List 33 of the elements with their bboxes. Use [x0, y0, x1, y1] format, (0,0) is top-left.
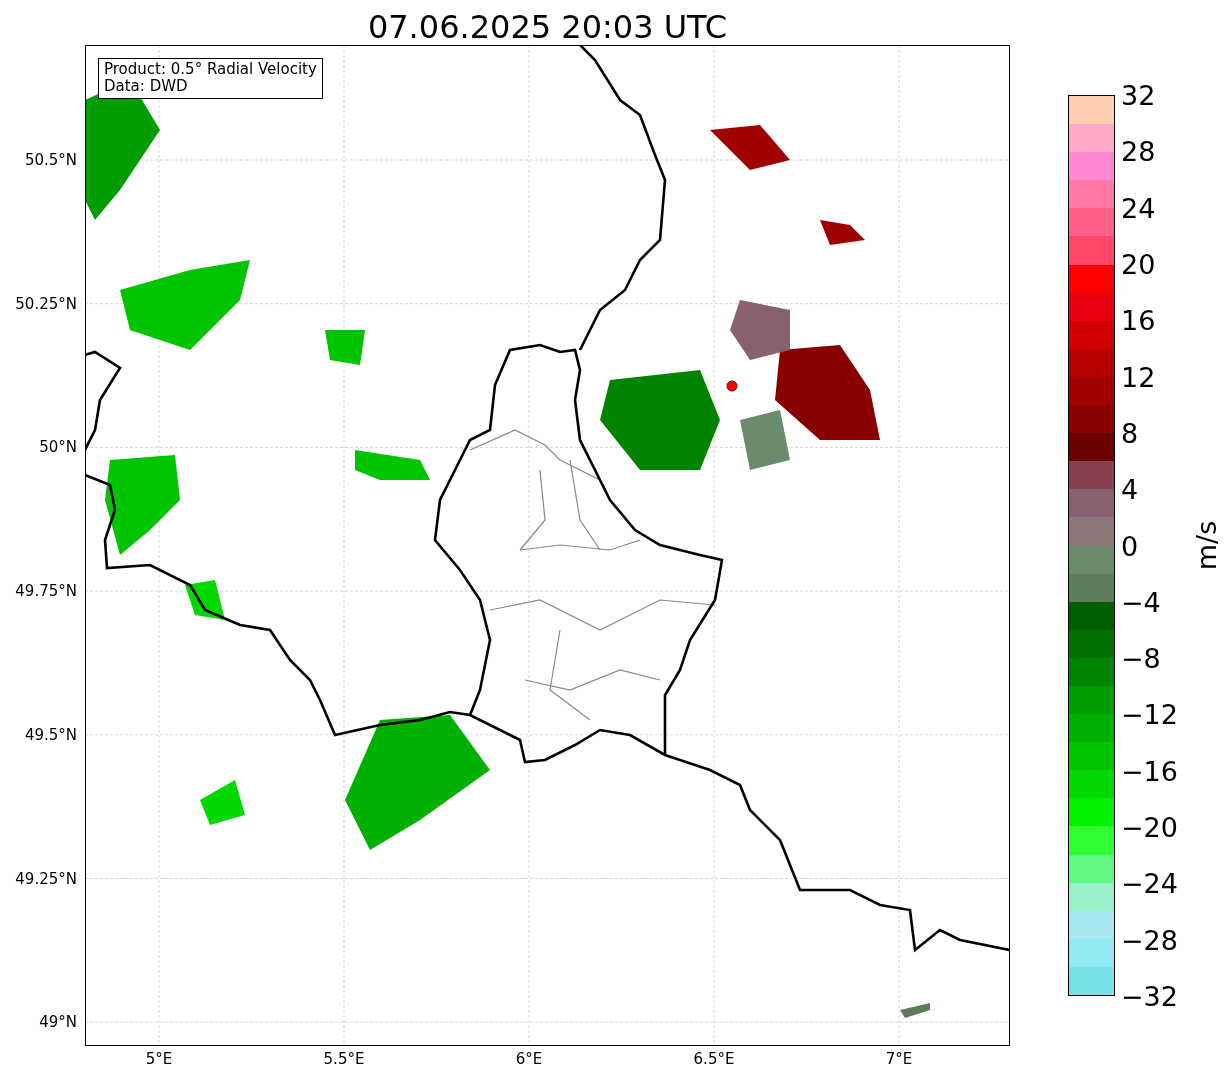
y-tick-label: 49.75°N: [15, 582, 77, 601]
colorbar-tick-label: −20: [1121, 811, 1178, 843]
chart-title: 07.06.2025 20:03 UTC: [367, 7, 728, 49]
legend-text: Data: DWD: [104, 78, 189, 96]
colorbar-tick-label: −4: [1121, 586, 1161, 618]
colorbar-tick-label: −24: [1121, 867, 1178, 899]
y-tick-label: 49.25°N: [15, 869, 77, 888]
colorbar-tick-label: 0: [1121, 530, 1139, 561]
y-tick-label: 50°N: [39, 438, 77, 457]
y-tick-label: 50.25°N: [15, 294, 77, 313]
colorbar-tick-label: −8: [1121, 642, 1161, 674]
x-tick-label: 6.5°E: [693, 1050, 735, 1068]
colorbar-tick-label: 16: [1121, 304, 1156, 336]
colorbar-tick-label: 24: [1121, 192, 1156, 224]
colorbar-label: m/s: [1190, 520, 1222, 571]
legend-text: Product: 0.5° Radial Velocity: [104, 61, 317, 79]
colorbar-tick-label: 8: [1121, 417, 1139, 449]
colorbar-tick-label: 28: [1121, 135, 1156, 167]
y-tick-label: 50.5°N: [24, 151, 77, 169]
x-tick-label: 7°E: [885, 1050, 913, 1068]
colorbar-tick-label: −16: [1121, 755, 1178, 787]
colorbar-tick-label: 12: [1121, 361, 1156, 393]
colorbar-tick-label: 32: [1121, 79, 1156, 111]
x-tick-label: 6°E: [515, 1050, 543, 1068]
colorbar-tick-label: 4: [1121, 473, 1139, 505]
x-tick-label: 5°E: [145, 1050, 173, 1068]
y-tick-label: 49.5°N: [24, 725, 77, 744]
colorbar-tick-label: −12: [1121, 698, 1178, 730]
colorbar-tick-label: −32: [1121, 980, 1178, 1012]
colorbar-tick-label: −28: [1121, 924, 1178, 956]
colorbar-tick-label: 20: [1121, 248, 1156, 280]
x-tick-label: 5.5°E: [323, 1050, 365, 1068]
y-tick-label: 49°N: [39, 1013, 77, 1032]
